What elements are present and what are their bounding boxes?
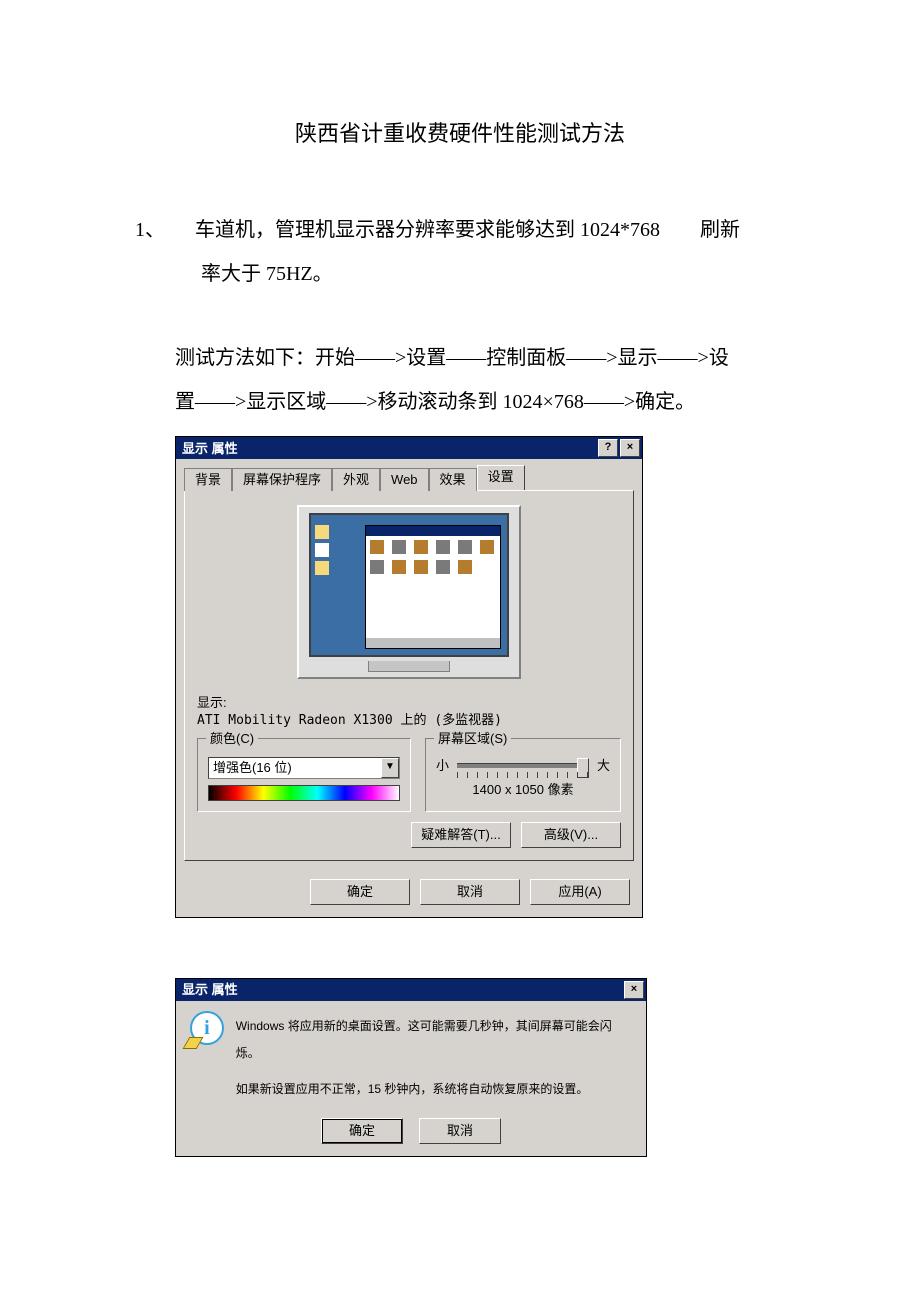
color-legend: 颜色(C) (206, 731, 258, 747)
screen-area-groupbox: 屏幕区域(S) 小 大 1400 x 1050 像素 (425, 738, 621, 812)
resolution-value: 1400 x 1050 像素 (436, 782, 610, 798)
dialog2-titlebar: 显示 属性 × (176, 979, 646, 1001)
doc-title: 陕西省计重收费硬件性能测试方法 (135, 110, 785, 158)
display-properties-dialog: 显示 属性 ? × 背景 屏幕保护程序 外观 Web 效果 设置 (175, 436, 643, 918)
resolution-slider[interactable] (457, 763, 589, 768)
troubleshoot-button[interactable]: 疑难解答(T)... (411, 822, 511, 848)
tab-settings-body: 显示: ATI Mobility Radeon X1300 上的 (多监视器) … (184, 490, 634, 861)
tab-appearance[interactable]: 外观 (332, 468, 380, 491)
ok-button[interactable]: 确定 (310, 879, 410, 905)
dialog2-line2: 如果新设置应用不正常，15 秒钟内，系统将自动恢复原来的设置。 (236, 1076, 632, 1102)
dialog-titlebar: 显示 属性 ? × (176, 437, 642, 459)
dropdown-arrow-icon[interactable]: ▼ (381, 758, 399, 778)
info-icon: i (190, 1011, 224, 1045)
screen-area-legend: 屏幕区域(S) (434, 731, 511, 747)
dialog2-title: 显示 属性 (182, 976, 238, 1005)
doc-item1-line1: 1、 车道机，管理机显示器分辨率要求能够达到 1024*768 刷新 (135, 208, 785, 252)
dialog-title: 显示 属性 (182, 441, 238, 457)
close-button[interactable]: × (624, 981, 644, 999)
ok-button[interactable]: 确定 (321, 1118, 403, 1144)
close-button[interactable]: × (620, 439, 640, 457)
advanced-button[interactable]: 高级(V)... (521, 822, 621, 848)
color-groupbox: 颜色(C) 增强色(16 位) ▼ (197, 738, 411, 812)
monitor-preview (297, 505, 521, 679)
doc-item1-line2: 率大于 75HZ。 (135, 252, 785, 296)
display-label: 显示: (197, 695, 621, 711)
tab-settings[interactable]: 设置 (477, 465, 525, 490)
apply-button[interactable]: 应用(A) (530, 879, 630, 905)
tab-effects[interactable]: 效果 (429, 468, 477, 491)
doc-method-line2: 置——>显示区域——>移动滚动条到 1024×768——>确定。 (135, 380, 785, 424)
color-select[interactable]: 增强色(16 位) ▼ (208, 757, 400, 779)
tab-screensaver[interactable]: 屏幕保护程序 (232, 468, 332, 491)
doc-method-line1: 测试方法如下：开始——>设置——控制面板——>显示——>设 (135, 336, 785, 380)
color-select-value: 增强色(16 位) (209, 760, 381, 776)
cancel-button[interactable]: 取消 (419, 1118, 501, 1144)
confirm-settings-dialog: 显示 属性 × i Windows 将应用新的桌面设置。这可能需要几秒钟，其间屏… (175, 978, 647, 1157)
color-preview-strip (208, 785, 400, 801)
dialog2-line1: Windows 将应用新的桌面设置。这可能需要几秒钟，其间屏幕可能会闪烁。 (236, 1013, 632, 1066)
slider-thumb[interactable] (577, 758, 589, 778)
slider-max-label: 大 (597, 758, 610, 774)
tab-strip: 背景 屏幕保护程序 外观 Web 效果 设置 (176, 459, 642, 490)
slider-min-label: 小 (436, 758, 449, 774)
cancel-button[interactable]: 取消 (420, 879, 520, 905)
tab-web[interactable]: Web (380, 468, 429, 491)
display-value: ATI Mobility Radeon X1300 上的 (多监视器) (197, 713, 621, 729)
help-button[interactable]: ? (598, 439, 618, 457)
tab-background[interactable]: 背景 (184, 468, 232, 491)
